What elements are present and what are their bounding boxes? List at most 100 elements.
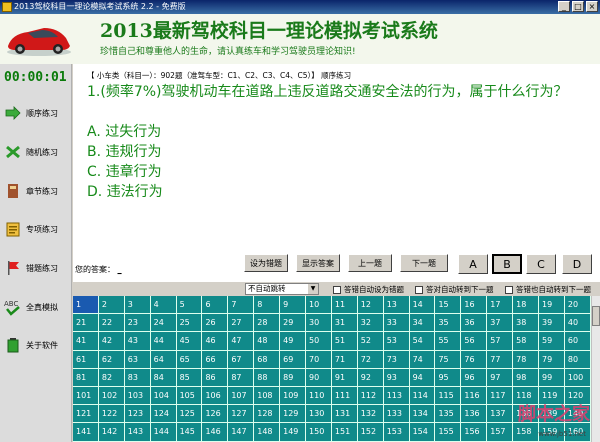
question-number-cell[interactable]: 85 <box>176 368 203 387</box>
question-number-cell[interactable]: 131 <box>331 405 358 424</box>
choice-c-button[interactable]: C <box>526 254 556 274</box>
question-number-cell[interactable]: 44 <box>150 332 177 351</box>
question-number-cell[interactable]: 42 <box>98 332 125 351</box>
question-number-cell[interactable]: 123 <box>124 405 151 424</box>
question-number-cell[interactable]: 155 <box>435 423 462 442</box>
question-number-cell[interactable]: 58 <box>513 332 540 351</box>
question-number-cell[interactable]: 17 <box>487 296 514 315</box>
question-number-cell[interactable]: 29 <box>280 314 307 333</box>
question-number-cell[interactable]: 23 <box>124 314 151 333</box>
question-number-cell[interactable]: 54 <box>409 332 436 351</box>
sidebar-item-wrong[interactable]: 错题练习 <box>4 253 72 283</box>
question-number-cell[interactable]: 51 <box>331 332 358 351</box>
question-number-cell[interactable]: 115 <box>435 386 462 406</box>
question-number-cell[interactable]: 12 <box>357 296 384 315</box>
question-number-cell[interactable]: 101 <box>73 386 99 406</box>
question-number-cell[interactable]: 75 <box>435 350 462 369</box>
question-number-cell[interactable]: 145 <box>176 423 203 442</box>
question-number-cell[interactable]: 121 <box>73 405 99 424</box>
question-number-cell[interactable]: 36 <box>461 314 488 333</box>
prev-question-button[interactable]: 上一题 <box>348 254 392 272</box>
next-question-button[interactable]: 下一题 <box>400 254 448 272</box>
question-number-cell[interactable]: 107 <box>228 386 255 406</box>
question-number-cell[interactable]: 41 <box>73 332 99 351</box>
question-number-cell[interactable]: 63 <box>124 350 151 369</box>
question-number-cell[interactable]: 113 <box>383 386 410 406</box>
question-number-cell[interactable]: 151 <box>331 423 358 442</box>
auto-next-wrong-checkbox[interactable]: 答错也自动转到下一题 <box>505 284 591 295</box>
question-number-cell[interactable]: 147 <box>228 423 255 442</box>
question-number-cell[interactable]: 43 <box>124 332 151 351</box>
question-number-cell[interactable]: 130 <box>306 405 332 424</box>
question-number-cell[interactable]: 128 <box>254 405 281 424</box>
question-number-cell[interactable]: 32 <box>357 314 384 333</box>
question-number-cell[interactable]: 33 <box>383 314 410 333</box>
question-number-cell[interactable]: 95 <box>435 368 462 387</box>
question-number-cell[interactable]: 2 <box>98 296 125 315</box>
grid-scrollbar[interactable] <box>591 296 600 442</box>
question-number-cell[interactable]: 153 <box>383 423 410 442</box>
sidebar-item-sequential[interactable]: 顺序练习 <box>4 98 72 128</box>
question-number-cell[interactable]: 1 <box>73 296 99 315</box>
sidebar-item-about[interactable]: 关于软件 <box>4 330 72 360</box>
question-number-cell[interactable]: 122 <box>98 405 125 424</box>
question-number-cell[interactable]: 108 <box>254 386 281 406</box>
question-number-cell[interactable]: 71 <box>331 350 358 369</box>
question-number-cell[interactable]: 133 <box>383 405 410 424</box>
question-number-cell[interactable]: 20 <box>564 296 591 315</box>
auto-jump-dropdown[interactable]: 不自动跳转 ▼ <box>245 283 319 295</box>
question-number-cell[interactable]: 6 <box>202 296 229 315</box>
question-number-cell[interactable]: 21 <box>73 314 99 333</box>
question-number-cell[interactable]: 14 <box>409 296 436 315</box>
question-number-cell[interactable]: 117 <box>487 386 514 406</box>
question-number-cell[interactable]: 62 <box>98 350 125 369</box>
question-number-cell[interactable]: 37 <box>487 314 514 333</box>
question-number-cell[interactable]: 68 <box>254 350 281 369</box>
question-number-cell[interactable]: 45 <box>176 332 203 351</box>
question-number-cell[interactable]: 97 <box>487 368 514 387</box>
question-number-cell[interactable]: 156 <box>461 423 488 442</box>
choice-d-button[interactable]: D <box>562 254 592 274</box>
question-number-cell[interactable]: 80 <box>564 350 591 369</box>
question-number-cell[interactable]: 154 <box>409 423 436 442</box>
question-number-cell[interactable]: 110 <box>306 386 332 406</box>
question-number-cell[interactable]: 73 <box>383 350 410 369</box>
question-number-cell[interactable]: 49 <box>280 332 307 351</box>
question-number-cell[interactable]: 61 <box>73 350 99 369</box>
question-number-cell[interactable]: 112 <box>357 386 384 406</box>
sidebar-item-mock-exam[interactable]: ABC 全真模拟 <box>4 292 72 322</box>
question-number-cell[interactable]: 125 <box>176 405 203 424</box>
question-number-cell[interactable]: 142 <box>98 423 125 442</box>
question-number-cell[interactable]: 22 <box>98 314 125 333</box>
show-answer-button[interactable]: 显示答案 <box>296 254 340 272</box>
question-number-cell[interactable]: 135 <box>435 405 462 424</box>
question-number-cell[interactable]: 93 <box>383 368 410 387</box>
question-number-cell[interactable]: 38 <box>513 314 540 333</box>
question-number-cell[interactable]: 100 <box>564 368 591 387</box>
auto-mark-wrong-checkbox[interactable]: 答错自动设为错题 <box>333 284 404 295</box>
question-number-cell[interactable]: 64 <box>150 350 177 369</box>
question-number-cell[interactable]: 5 <box>176 296 203 315</box>
question-number-cell[interactable]: 53 <box>383 332 410 351</box>
question-number-cell[interactable]: 18 <box>513 296 540 315</box>
question-number-cell[interactable]: 74 <box>409 350 436 369</box>
question-number-cell[interactable]: 76 <box>461 350 488 369</box>
question-number-cell[interactable]: 78 <box>513 350 540 369</box>
question-number-cell[interactable]: 136 <box>461 405 488 424</box>
question-number-cell[interactable]: 39 <box>539 314 565 333</box>
question-number-cell[interactable]: 52 <box>357 332 384 351</box>
question-number-cell[interactable]: 26 <box>202 314 229 333</box>
question-number-cell[interactable]: 88 <box>254 368 281 387</box>
question-number-cell[interactable]: 82 <box>98 368 125 387</box>
choice-a-button[interactable]: A <box>458 254 488 274</box>
question-number-cell[interactable]: 150 <box>306 423 332 442</box>
minimize-button[interactable]: _ <box>558 1 570 12</box>
question-number-cell[interactable]: 157 <box>487 423 514 442</box>
question-number-cell[interactable]: 83 <box>124 368 151 387</box>
question-number-cell[interactable]: 79 <box>539 350 565 369</box>
question-number-cell[interactable]: 104 <box>150 386 177 406</box>
question-number-cell[interactable]: 19 <box>539 296 565 315</box>
maximize-button[interactable]: □ <box>572 1 584 12</box>
question-number-cell[interactable]: 129 <box>280 405 307 424</box>
question-number-cell[interactable]: 144 <box>150 423 177 442</box>
